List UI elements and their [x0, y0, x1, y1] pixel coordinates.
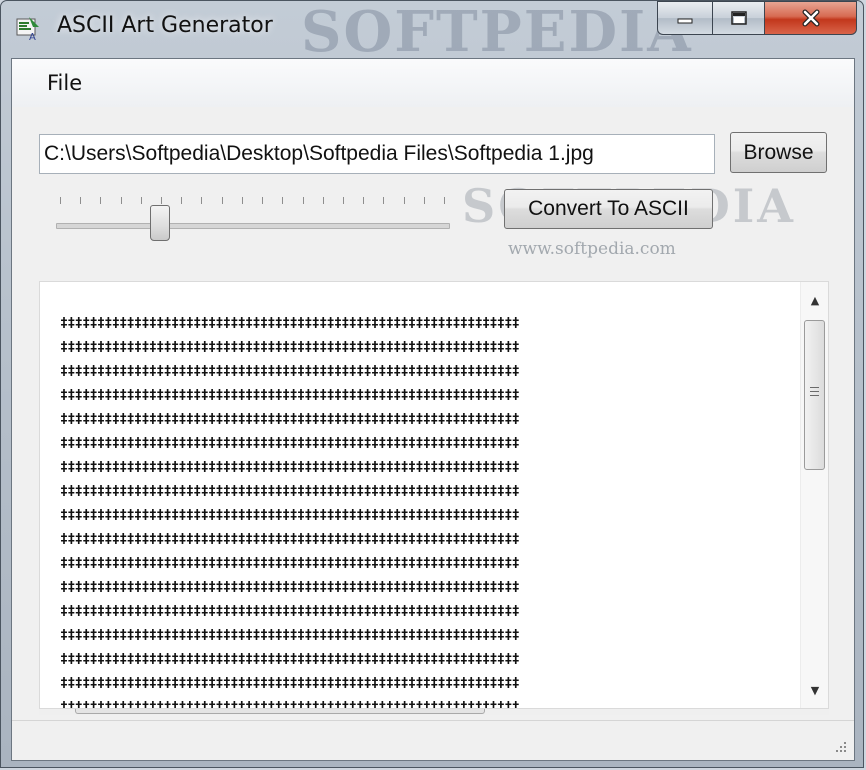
menu-item-file[interactable]: File — [45, 71, 84, 95]
maximize-button[interactable] — [713, 1, 765, 35]
slider-tick — [80, 197, 82, 204]
slider-tick — [322, 197, 324, 204]
slider-tick — [60, 197, 61, 204]
slider-tick — [161, 197, 163, 204]
close-icon — [802, 9, 819, 27]
slider-tick — [423, 197, 425, 204]
title-bar[interactable]: A ASCII Art Generator SOFTPEDIA — [1, 0, 863, 65]
slider-tick — [100, 197, 102, 204]
app-window: A ASCII Art Generator SOFTPEDIA File C:\… — [0, 0, 864, 768]
slider-tick — [241, 197, 243, 204]
slider-tick — [363, 197, 365, 204]
ascii-output-box[interactable]: ‡‡‡‡‡‡‡‡‡‡‡‡‡‡‡‡‡‡‡‡‡‡‡‡‡‡‡‡‡‡‡‡‡‡‡‡‡‡‡‡… — [39, 281, 829, 709]
slider-tick — [221, 197, 223, 204]
slider-tick — [201, 197, 203, 204]
slider-tick — [444, 197, 445, 204]
minimize-button[interactable] — [657, 1, 713, 35]
slider-tick — [383, 197, 385, 204]
slider-tick — [282, 197, 284, 204]
minimize-icon — [677, 18, 693, 24]
resize-grip-icon[interactable] — [832, 738, 848, 754]
slider-tick — [302, 197, 304, 204]
conversion-slider[interactable] — [52, 191, 452, 251]
vertical-scrollbar[interactable]: ▲ ▼ — [800, 282, 828, 708]
app-icon: A — [16, 17, 39, 41]
slider-tick — [342, 197, 344, 204]
client-area: File Browse SOFTPEDIA www.softpedia.com … — [11, 58, 855, 761]
maximize-icon — [730, 11, 747, 25]
status-bar — [12, 720, 854, 760]
horizontal-scrollbar[interactable] — [39, 709, 829, 715]
watermark-url: www.softpedia.com — [508, 239, 676, 259]
file-path-input[interactable] — [39, 134, 715, 174]
svg-text:A: A — [29, 32, 36, 41]
browse-button[interactable]: Browse — [730, 132, 827, 173]
slider-tick — [262, 197, 264, 204]
convert-button[interactable]: Convert To ASCII — [504, 189, 713, 229]
scroll-down-icon[interactable]: ▼ — [801, 678, 828, 702]
horizontal-scroll-thumb[interactable] — [75, 709, 485, 714]
close-button[interactable] — [765, 1, 857, 35]
caption-buttons — [657, 1, 857, 37]
slider-track — [56, 223, 450, 229]
vertical-scroll-thumb[interactable] — [804, 320, 825, 470]
window-title: ASCII Art Generator — [57, 13, 273, 38]
menu-bar: File — [12, 59, 854, 107]
scroll-up-icon[interactable]: ▲ — [801, 288, 828, 312]
ascii-art-text: ‡‡‡‡‡‡‡‡‡‡‡‡‡‡‡‡‡‡‡‡‡‡‡‡‡‡‡‡‡‡‡‡‡‡‡‡‡‡‡‡… — [60, 316, 520, 709]
slider-thumb[interactable] — [149, 205, 170, 241]
title-watermark: SOFTPEDIA — [301, 0, 693, 65]
slider-tick — [120, 197, 122, 204]
slider-tick — [181, 197, 183, 204]
slider-tick — [140, 197, 142, 204]
slider-tick — [403, 197, 405, 204]
